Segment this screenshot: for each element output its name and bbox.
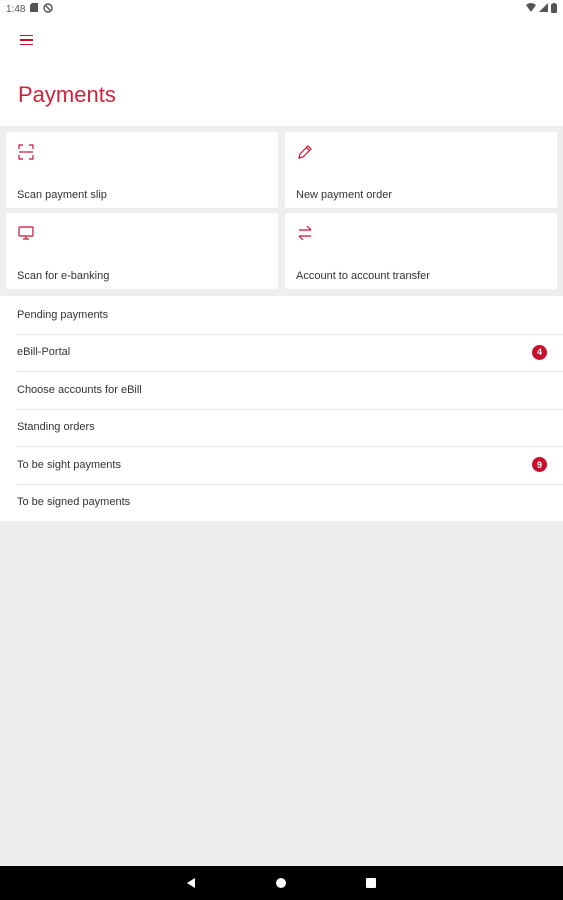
- home-icon[interactable]: [274, 876, 288, 890]
- status-bar: 1:48: [0, 0, 563, 18]
- list-item-to-be-signed-payments[interactable]: To be signed payments: [0, 483, 563, 522]
- monitor-icon: [18, 225, 34, 241]
- list-item-label: eBill-Portal: [17, 346, 71, 359]
- hamburger-menu-icon[interactable]: [14, 31, 38, 49]
- cellular-signal-icon: [539, 3, 548, 15]
- tile-scan-payment-slip[interactable]: Scan payment slip: [6, 132, 278, 208]
- list-item-label: To be sight payments: [17, 458, 121, 471]
- sd-card-icon: [30, 3, 39, 15]
- battery-icon: [551, 2, 557, 16]
- back-icon[interactable]: [184, 876, 198, 890]
- tile-scan-for-e-banking[interactable]: Scan for e-banking: [6, 213, 278, 289]
- list-item-ebill-portal[interactable]: eBill-Portal 4: [0, 333, 563, 372]
- pencil-icon: [297, 144, 313, 160]
- list-item-pending-payments[interactable]: Pending payments: [0, 296, 563, 334]
- tile-new-payment-order[interactable]: New payment order: [285, 132, 557, 208]
- tile-label: Scan payment slip: [17, 189, 107, 201]
- quick-actions-grid: Scan payment slip New payment order Scan…: [0, 126, 563, 296]
- list-item-standing-orders[interactable]: Standing orders: [0, 408, 563, 447]
- payments-menu-list: Pending payments eBill-Portal 4 Choose a…: [0, 296, 563, 521]
- tile-account-to-account-transfer[interactable]: Account to account transfer: [285, 213, 557, 289]
- count-badge: 9: [532, 457, 547, 472]
- system-navigation-bar: [0, 866, 563, 900]
- count-badge: 4: [532, 344, 547, 360]
- list-item-label: To be signed payments: [17, 496, 131, 509]
- status-time: 1:48: [6, 3, 26, 15]
- list-item-label: Pending payments: [17, 308, 109, 321]
- app-header: Payments: [0, 18, 563, 126]
- tile-label: New payment order: [296, 189, 392, 201]
- transfer-arrows-icon: [297, 225, 313, 241]
- wifi-icon: [526, 3, 536, 15]
- list-item-label: Choose accounts for eBill: [17, 383, 142, 396]
- no-sync-icon: [43, 2, 54, 16]
- list-item-to-be-sight-payments[interactable]: To be sight payments 9: [0, 446, 563, 484]
- page-title: Payments: [18, 82, 116, 107]
- list-item-choose-accounts-for-ebill[interactable]: Choose accounts for eBill: [0, 371, 563, 409]
- tile-label: Scan for e-banking: [17, 270, 110, 282]
- scan-icon: [18, 144, 34, 160]
- recents-icon[interactable]: [364, 876, 378, 890]
- list-item-label: Standing orders: [17, 421, 95, 434]
- tile-label: Account to account transfer: [296, 270, 430, 282]
